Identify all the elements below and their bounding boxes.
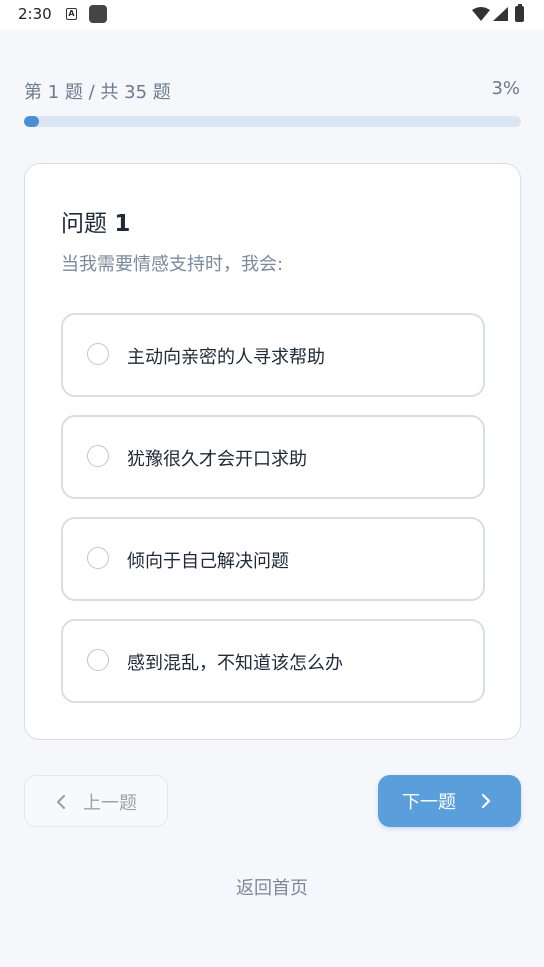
progress-fill — [24, 116, 39, 127]
question-number: 1 — [114, 211, 131, 237]
progress-bar — [24, 116, 521, 127]
radio-circle-icon[interactable] — [87, 649, 109, 671]
option-label: 主动向亲密的人寻求帮助 — [127, 347, 325, 368]
status-bar: 2:30 A — [0, 0, 544, 30]
battery-icon — [515, 4, 524, 22]
chevron-right-icon — [481, 793, 491, 809]
option-label: 犹豫很久才会开口求助 — [127, 449, 307, 470]
progress-label: 第 1 题 / 共 35 题 — [24, 82, 171, 103]
question-title: 问题 1 — [61, 204, 130, 238]
option-2[interactable]: 犹豫很久才会开口求助 — [61, 415, 485, 499]
radio-circle-icon[interactable] — [87, 445, 109, 467]
option-label: 感到混乱，不知道该怎么办 — [127, 653, 343, 674]
previous-button[interactable]: 上一题 — [24, 775, 168, 827]
question-card: 问题 1 当我需要情感支持时，我会: 主动向亲密的人寻求帮助 犹豫很久才会开口求… — [24, 163, 521, 740]
status-time: 2:30 — [18, 5, 52, 23]
option-1[interactable]: 主动向亲密的人寻求帮助 — [61, 313, 485, 397]
radio-circle-icon[interactable] — [87, 547, 109, 569]
option-3[interactable]: 倾向于自己解决问题 — [61, 517, 485, 601]
a-notification-icon: A — [66, 8, 77, 20]
question-title-prefix: 问题 — [61, 211, 115, 237]
question-text: 当我需要情感支持时，我会: — [61, 254, 284, 275]
wifi-icon — [472, 7, 490, 21]
radio-circle-icon[interactable] — [87, 343, 109, 365]
signal-icon — [493, 7, 508, 21]
option-label: 倾向于自己解决问题 — [127, 551, 289, 572]
option-4[interactable]: 感到混乱，不知道该怎么办 — [61, 619, 485, 703]
app-notification-icon — [89, 5, 107, 23]
next-button-label: 下一题 — [402, 792, 456, 813]
previous-button-label: 上一题 — [83, 793, 137, 814]
back-to-home-link[interactable]: 返回首页 — [0, 874, 544, 900]
progress-percent: 3% — [491, 78, 520, 99]
next-button[interactable]: 下一题 — [378, 775, 521, 827]
chevron-left-icon — [56, 794, 66, 810]
